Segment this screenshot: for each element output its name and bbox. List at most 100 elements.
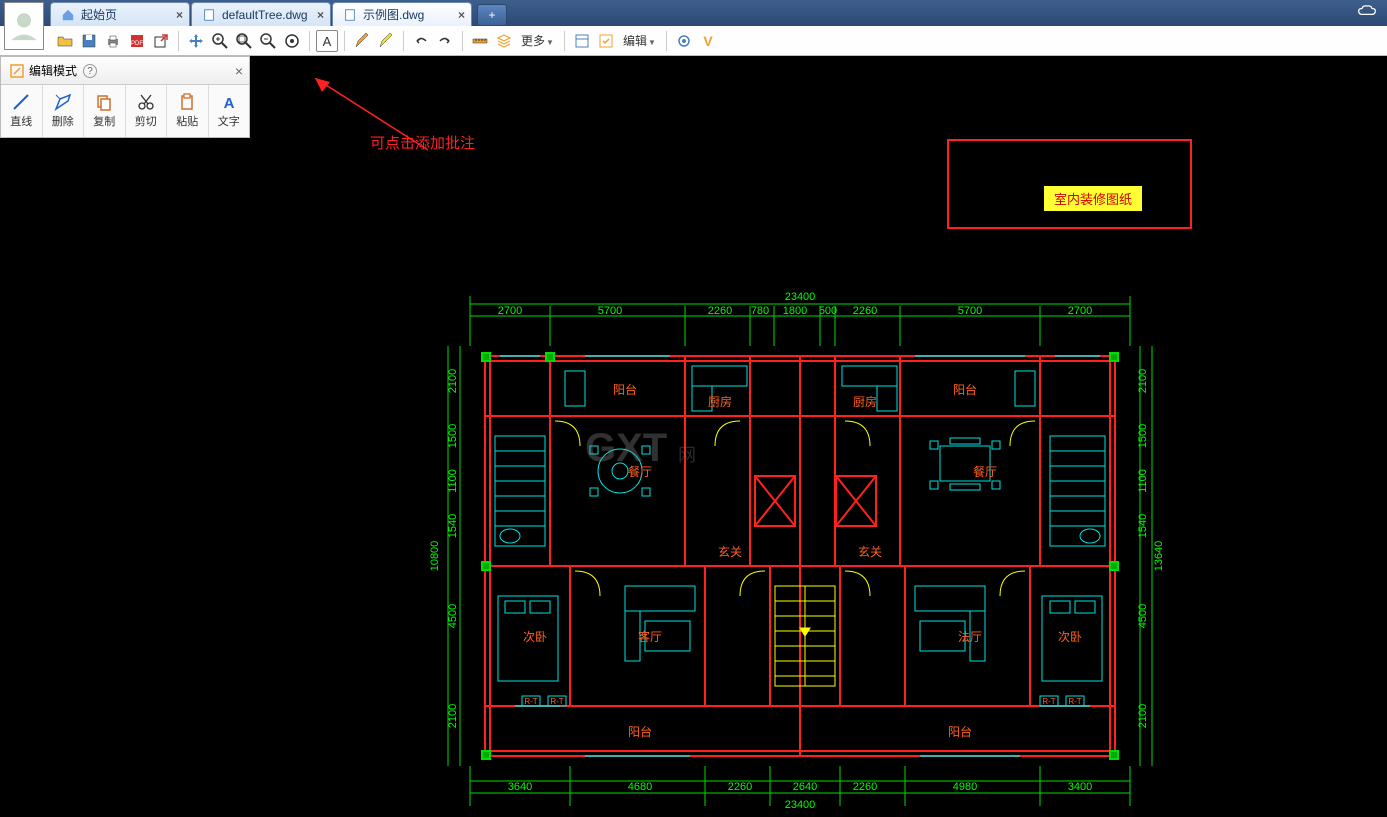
tab-label: defaultTree.dwg bbox=[222, 8, 308, 22]
svg-text:500: 500 bbox=[819, 305, 837, 317]
tool-cut[interactable]: 剪切 bbox=[126, 85, 168, 137]
pdf-button[interactable]: PDF bbox=[126, 30, 148, 52]
tab-label: 示例图.dwg bbox=[363, 6, 424, 23]
edit-mode-button[interactable] bbox=[595, 30, 617, 52]
file-icon bbox=[202, 8, 216, 22]
separator bbox=[309, 31, 310, 51]
zoom-window-button[interactable] bbox=[233, 30, 255, 52]
more-dropdown[interactable]: 更多▼ bbox=[517, 32, 558, 49]
tool-text[interactable]: A 文字 bbox=[209, 85, 250, 137]
close-icon[interactable]: × bbox=[176, 8, 183, 22]
export-button[interactable] bbox=[150, 30, 172, 52]
measure-button[interactable] bbox=[469, 30, 491, 52]
dim-right: 13640 2100 1500 1100 1540 4500 2100 bbox=[1137, 346, 1165, 766]
svg-text:2260: 2260 bbox=[853, 305, 877, 317]
layers-button[interactable] bbox=[493, 30, 515, 52]
drawing-canvas[interactable]: 可点击添加批注 室内装修图纸 23400 2700 5700 2260 780 … bbox=[0, 56, 1387, 817]
settings-button[interactable] bbox=[673, 30, 695, 52]
svg-text:厨房: 厨房 bbox=[853, 394, 877, 409]
svg-text:R-T: R-T bbox=[550, 697, 563, 706]
svg-text:R-T: R-T bbox=[1042, 697, 1055, 706]
highlight-button[interactable] bbox=[375, 30, 397, 52]
tab-start[interactable]: 起始页 × bbox=[50, 2, 190, 26]
panel-title: 编辑模式 bbox=[29, 62, 77, 79]
dim-left: 10800 2100 1500 1100 1540 4500 2100 bbox=[430, 346, 460, 766]
svg-text:4680: 4680 bbox=[628, 781, 652, 793]
svg-text:1500: 1500 bbox=[1137, 424, 1149, 448]
svg-text:2100: 2100 bbox=[1137, 704, 1149, 728]
open-button[interactable] bbox=[54, 30, 76, 52]
tool-delete[interactable]: 删除 bbox=[43, 85, 85, 137]
zoom-in-button[interactable] bbox=[209, 30, 231, 52]
edit-dropdown[interactable]: 编辑▼ bbox=[619, 32, 660, 49]
svg-text:玄关: 玄关 bbox=[718, 544, 742, 559]
panel-tools: 直线 删除 复制 剪切 粘贴 A 文字 bbox=[1, 85, 249, 137]
separator bbox=[403, 31, 404, 51]
dim-top: 23400 2700 5700 2260 780 1800 500 2260 5… bbox=[470, 291, 1130, 346]
layer-manager-button[interactable] bbox=[571, 30, 593, 52]
svg-text:玄关: 玄关 bbox=[858, 544, 882, 559]
tool-copy[interactable]: 复制 bbox=[84, 85, 126, 137]
undo-button[interactable] bbox=[410, 30, 432, 52]
home-icon bbox=[61, 8, 75, 22]
svg-text:2700: 2700 bbox=[1068, 305, 1092, 317]
svg-text:780: 780 bbox=[751, 305, 769, 317]
svg-text:2700: 2700 bbox=[498, 305, 522, 317]
svg-text:阳台: 阳台 bbox=[628, 724, 652, 739]
dim-bottom: 23400 3640 4680 2260 2640 2260 4980 3400 bbox=[470, 766, 1130, 811]
svg-text:4500: 4500 bbox=[1137, 604, 1149, 628]
svg-text:阳台: 阳台 bbox=[948, 724, 972, 739]
svg-text:1100: 1100 bbox=[447, 469, 459, 493]
svg-text:2640: 2640 bbox=[793, 781, 817, 793]
close-icon[interactable]: × bbox=[317, 8, 324, 22]
file-icon bbox=[343, 8, 357, 22]
tab-defaulttree[interactable]: defaultTree.dwg × bbox=[191, 2, 331, 26]
svg-text:2100: 2100 bbox=[447, 369, 459, 393]
zoom-extents-button[interactable] bbox=[281, 30, 303, 52]
edit-icon bbox=[9, 63, 25, 79]
svg-text:4980: 4980 bbox=[953, 781, 977, 793]
vip-button[interactable]: V bbox=[697, 30, 719, 52]
pencil-button[interactable] bbox=[351, 30, 373, 52]
cloud-icon[interactable] bbox=[1357, 4, 1377, 18]
svg-text:1800: 1800 bbox=[783, 305, 807, 317]
svg-text:网: 网 bbox=[678, 445, 696, 465]
close-icon[interactable]: × bbox=[458, 8, 465, 22]
tab-example[interactable]: 示例图.dwg × bbox=[332, 2, 472, 26]
svg-text:R-T: R-T bbox=[524, 697, 537, 706]
tab-label: 起始页 bbox=[81, 6, 117, 23]
svg-text:阳台: 阳台 bbox=[953, 382, 977, 397]
drawing-title: 室内装修图纸 bbox=[1044, 186, 1142, 211]
svg-text:1500: 1500 bbox=[447, 424, 459, 448]
svg-text:1540: 1540 bbox=[447, 514, 459, 538]
svg-text:2100: 2100 bbox=[1137, 369, 1149, 393]
svg-text:10800: 10800 bbox=[430, 541, 441, 572]
svg-text:PDF: PDF bbox=[131, 41, 143, 47]
save-button[interactable] bbox=[78, 30, 100, 52]
svg-text:次卧: 次卧 bbox=[1058, 630, 1082, 644]
help-icon[interactable]: ? bbox=[83, 64, 97, 78]
tool-line[interactable]: 直线 bbox=[1, 85, 43, 137]
svg-text:13640: 13640 bbox=[1153, 541, 1165, 572]
svg-text:3640: 3640 bbox=[508, 781, 532, 793]
annotation-hint: 可点击添加批注 bbox=[370, 132, 475, 153]
svg-text:阳台: 阳台 bbox=[613, 382, 637, 397]
close-icon[interactable]: × bbox=[235, 63, 243, 79]
new-tab-button[interactable]: + bbox=[477, 4, 507, 26]
svg-text:5700: 5700 bbox=[958, 305, 982, 317]
svg-text:GXT: GXT bbox=[585, 426, 667, 470]
tab-bar: 起始页 × defaultTree.dwg × 示例图.dwg × + bbox=[0, 0, 1387, 26]
redo-button[interactable] bbox=[434, 30, 456, 52]
svg-text:2260: 2260 bbox=[728, 781, 752, 793]
user-avatar[interactable] bbox=[4, 2, 44, 50]
pan-button[interactable] bbox=[185, 30, 207, 52]
panel-header: 编辑模式 ? × bbox=[1, 57, 249, 85]
zoom-out-button[interactable] bbox=[257, 30, 279, 52]
svg-text:4500: 4500 bbox=[447, 604, 459, 628]
tool-paste[interactable]: 粘贴 bbox=[167, 85, 209, 137]
text-tool-button[interactable]: A bbox=[316, 30, 338, 52]
separator bbox=[564, 31, 565, 51]
svg-text:23400: 23400 bbox=[785, 799, 816, 811]
separator bbox=[178, 31, 179, 51]
print-button[interactable] bbox=[102, 30, 124, 52]
